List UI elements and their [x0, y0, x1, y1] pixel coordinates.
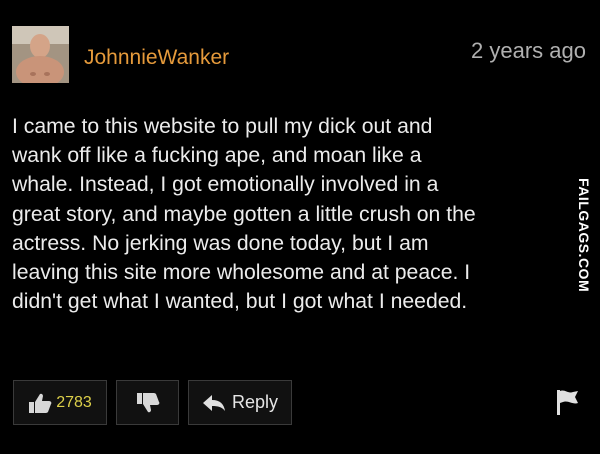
comment-timestamp: 2 years ago — [471, 38, 586, 63]
avatar-image — [12, 26, 69, 83]
like-button[interactable]: 2783 — [13, 380, 107, 425]
thumbs-up-icon — [28, 392, 52, 414]
comment-body: I came to this website to pull my dick o… — [12, 115, 476, 314]
like-count: 2783 — [56, 393, 92, 411]
reply-arrow-icon — [202, 394, 226, 412]
avatar[interactable] — [12, 26, 69, 83]
reply-button[interactable]: Reply — [188, 380, 292, 425]
watermark: FAILGAGS.COM — [576, 178, 592, 293]
dislike-button[interactable] — [116, 380, 179, 425]
thumbs-down-icon — [136, 392, 160, 414]
username-link[interactable]: JohnnieWanker — [84, 46, 229, 70]
reply-label: Reply — [231, 392, 279, 412]
flag-icon[interactable] — [555, 388, 581, 416]
